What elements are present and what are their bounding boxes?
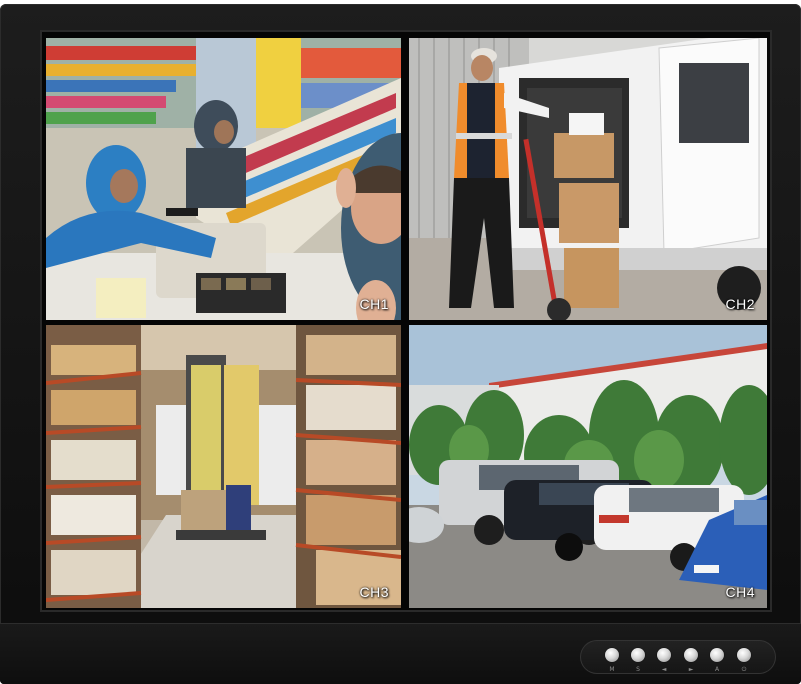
select-button[interactable] bbox=[631, 648, 645, 662]
ch2-scene-image bbox=[409, 38, 767, 320]
ch3-scene-image bbox=[46, 325, 401, 608]
auto-icon: A bbox=[714, 666, 720, 673]
menu-button[interactable] bbox=[605, 648, 619, 662]
channel-label: CH3 bbox=[359, 584, 389, 600]
select-icon: S bbox=[636, 666, 640, 673]
camera-feed-ch2[interactable]: CH2 bbox=[409, 38, 767, 320]
channel-label: CH4 bbox=[725, 584, 755, 600]
power-icon: ⏻ bbox=[741, 666, 747, 673]
ch4-scene-image bbox=[409, 325, 767, 608]
channel-label: CH1 bbox=[359, 296, 389, 312]
left-arrow-icon: ◄ bbox=[661, 666, 667, 673]
menu-icon: M bbox=[609, 666, 615, 673]
camera-feed-ch1[interactable]: CH1 bbox=[46, 38, 401, 320]
channel-label: CH2 bbox=[725, 296, 755, 312]
right-arrow-icon: ► bbox=[688, 666, 694, 673]
auto-button[interactable] bbox=[710, 648, 724, 662]
ch1-scene-image bbox=[46, 38, 401, 320]
camera-feed-ch3[interactable]: CH3 bbox=[46, 325, 401, 608]
left-arrow-button[interactable] bbox=[657, 648, 671, 662]
camera-feed-ch4[interactable]: CH4 bbox=[409, 325, 767, 608]
power-button[interactable] bbox=[737, 648, 751, 662]
right-arrow-button[interactable] bbox=[684, 648, 698, 662]
